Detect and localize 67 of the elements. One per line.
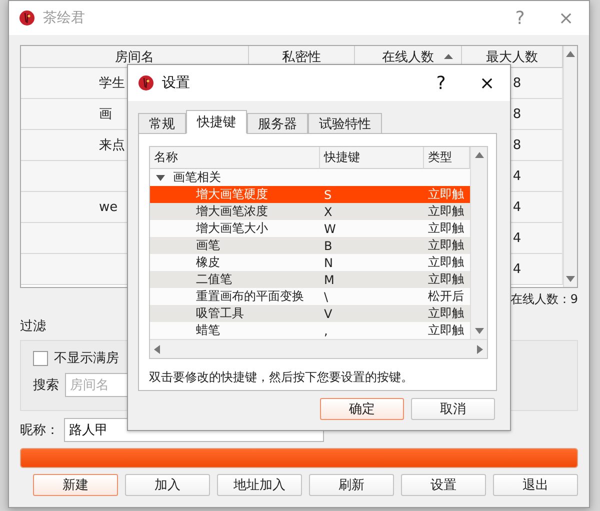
scroll-left-icon[interactable] <box>154 344 160 354</box>
scrollbar[interactable] <box>563 46 577 287</box>
scroll-down-icon[interactable] <box>474 328 484 334</box>
window-title: 茶绘君 <box>43 9 86 27</box>
tab[interactable]: 快捷键 <box>186 110 247 134</box>
filter-title: 过滤 <box>20 318 46 335</box>
close-button[interactable]: × <box>464 72 510 94</box>
dialog-button[interactable]: 取消 <box>411 398 495 420</box>
action-button[interactable]: 新建 <box>33 474 118 496</box>
shortcut-name[interactable]: 二值笔 <box>150 271 320 288</box>
column-header[interactable]: 最大人数 <box>462 46 563 68</box>
shortcut-type[interactable]: 立即触 <box>424 220 470 237</box>
column-header[interactable]: 快捷键 <box>320 147 424 169</box>
shortcut-type[interactable]: 立即触 <box>424 237 470 254</box>
action-button[interactable]: 刷新 <box>309 474 394 496</box>
app-logo-icon <box>138 75 154 91</box>
tab[interactable]: 服务器 <box>247 113 308 134</box>
shortcut-name[interactable]: 吸管工具 <box>150 305 320 322</box>
shortcut-key[interactable]: N <box>320 254 424 271</box>
scroll-right-icon[interactable] <box>477 344 483 354</box>
column-header[interactable]: 房间名 <box>21 46 249 68</box>
shortcut-key[interactable]: , <box>320 322 424 339</box>
dialog-title: 设置 <box>162 74 191 92</box>
close-button[interactable]: × <box>543 8 589 28</box>
checkbox[interactable] <box>33 350 48 366</box>
shortcut-type[interactable]: 立即触 <box>424 271 470 288</box>
shortcut-name[interactable]: 橡皮 <box>150 254 320 271</box>
checkbox-label: 不显示满房 <box>54 350 119 367</box>
column-header[interactable]: 类型 <box>424 147 470 169</box>
scrollbar[interactable] <box>470 147 487 339</box>
shortcut-name[interactable]: 画笔 <box>150 237 320 254</box>
shortcut-key[interactable]: B <box>320 237 424 254</box>
shortcut-type[interactable]: 松开后 <box>424 288 470 305</box>
search-label: 搜索 <box>33 377 59 394</box>
action-button[interactable]: 退出 <box>493 474 578 496</box>
horizontal-scrollbar[interactable] <box>150 339 487 358</box>
scroll-up-icon[interactable] <box>566 51 575 57</box>
expand-arrow-icon[interactable] <box>156 174 165 180</box>
shortcut-type[interactable]: 立即触 <box>424 203 470 220</box>
shortcut-key[interactable]: M <box>320 271 424 288</box>
tab[interactable]: 常规 <box>138 113 186 134</box>
shortcut-type[interactable]: 立即触 <box>424 254 470 271</box>
shortcut-key[interactable]: X <box>320 203 424 220</box>
action-button[interactable]: 加入 <box>125 474 210 496</box>
shortcut-name[interactable]: 蜡笔 <box>150 322 320 339</box>
scroll-up-icon[interactable] <box>474 152 484 158</box>
nickname-label: 昵称： <box>20 422 60 439</box>
action-button[interactable]: 地址加入 <box>217 474 302 496</box>
help-button[interactable]: ? <box>497 8 543 28</box>
online-count: 在线人数：9 <box>510 290 578 308</box>
column-header[interactable]: 名称 <box>150 147 320 169</box>
dialog-button[interactable]: 确定 <box>320 398 404 420</box>
hint-text: 双击要修改的快捷键，然后按下您要设置的按键。 <box>149 369 414 386</box>
shortcut-name[interactable]: 增大画笔浓度 <box>150 203 320 220</box>
scroll-down-icon[interactable] <box>566 276 575 282</box>
shortcut-name[interactable]: 增大画笔大小 <box>150 220 320 237</box>
shortcut-type[interactable]: 立即触 <box>424 322 470 339</box>
shortcut-key[interactable]: \ <box>320 288 424 305</box>
shortcut-name[interactable]: 重置画布的平面变换 <box>150 288 320 305</box>
help-button[interactable]: ? <box>418 72 464 94</box>
shortcut-key[interactable]: W <box>320 220 424 237</box>
shortcut-key[interactable]: V <box>320 305 424 322</box>
tab[interactable]: 试验特性 <box>308 113 382 134</box>
shortcut-type[interactable]: 立即触 <box>424 305 470 322</box>
action-button[interactable]: 设置 <box>401 474 486 496</box>
group-label[interactable]: 画笔相关 <box>173 169 221 186</box>
app-logo-icon <box>19 10 35 26</box>
